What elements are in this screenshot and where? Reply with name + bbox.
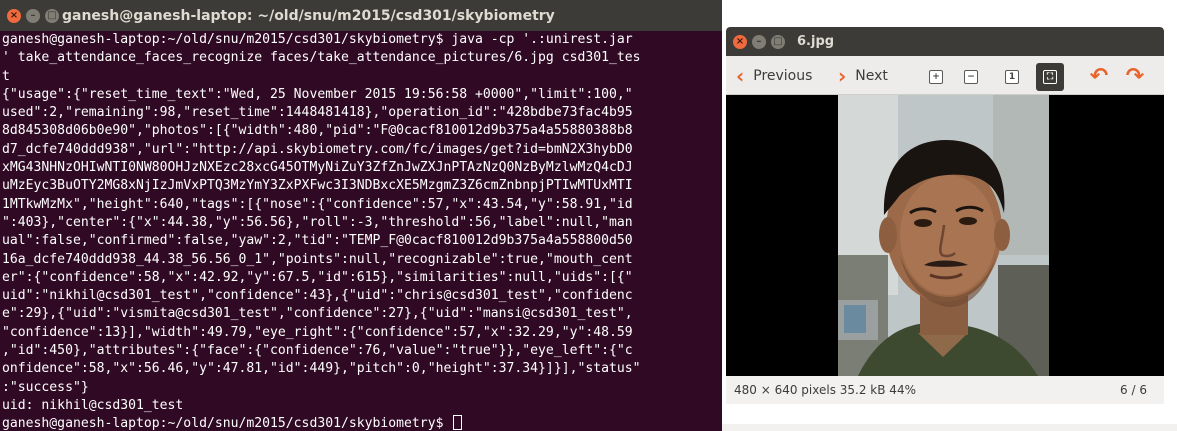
terminal-line: ,"id":450},"attributes":{"face":{"confid… <box>2 343 633 359</box>
terminal-line: t <box>2 68 10 84</box>
terminal-line: ganesh@ganesh-laptop:~/old/snu/m2015/csd… <box>2 32 633 47</box>
maximize-icon[interactable]: □ <box>771 35 785 49</box>
terminal-prompt-line[interactable]: ganesh@ganesh-laptop:~/old/snu/m2015/csd… <box>2 415 720 431</box>
chevron-left-icon: ‹ <box>736 64 745 88</box>
viewer-toolbar: ‹ Previous › Next + − 1 ⛶ ↶ ↷ <box>726 56 1164 95</box>
terminal-line: 1MTkwMzMx","height":640,"tags":[{"nose":… <box>2 196 633 212</box>
maximize-icon[interactable]: □ <box>45 9 59 23</box>
terminal-title: ganesh@ganesh-laptop: ~/old/snu/m2015/cs… <box>62 8 555 24</box>
image-info: 480 × 640 pixels 35.2 kB 44% <box>734 383 916 397</box>
terminal-titlebar[interactable]: × – □ ganesh@ganesh-laptop: ~/old/snu/m2… <box>0 0 722 31</box>
terminal-line: :"success"} <box>2 379 89 395</box>
zoom-out-icon: − <box>964 70 978 84</box>
image-viewer-window[interactable]: × – □ 6.jpg ‹ Previous › Next + − 1 ⛶ ↶ <box>726 27 1164 404</box>
viewer-title: 6.jpg <box>797 34 835 49</box>
close-icon[interactable]: × <box>733 35 747 49</box>
zoom-out-button[interactable]: − <box>957 63 985 91</box>
rotate-right-icon: ↷ <box>1125 64 1145 89</box>
terminal-line: onfidence":58,"x":56.46,"y":47.81,"id":4… <box>2 361 641 377</box>
zoom-normal-icon: 1 <box>1005 70 1019 84</box>
minimize-icon[interactable]: – <box>26 9 40 23</box>
terminal-line: e":29},{"uid":"vismita@csd301_test","con… <box>2 306 633 322</box>
viewer-titlebar[interactable]: × – □ 6.jpg <box>726 27 1164 56</box>
terminal-line: ":403},"center":{"x":44.38,"y":56.56},"r… <box>2 214 633 230</box>
terminal-line: uid: nikhil@csd301_test <box>2 397 184 413</box>
image-canvas[interactable] <box>726 95 1164 376</box>
rotate-left-button[interactable]: ↶ <box>1085 63 1113 91</box>
next-button[interactable]: › Next <box>838 62 888 90</box>
terminal-line: 16a_dcfe740ddd938_44.38_56.56_0_1","poin… <box>2 251 633 267</box>
terminal-line: 8d845308d06b0e90","photos":[{"width":480… <box>2 123 633 139</box>
terminal-line: ' take_attendance_faces_recognize faces/… <box>2 50 641 66</box>
best-fit-button[interactable]: ⛶ <box>1036 63 1064 91</box>
terminal-line: uid":"nikhil@csd301_test","confidence":4… <box>2 288 633 304</box>
rotate-left-icon: ↶ <box>1089 64 1109 89</box>
zoom-in-icon: + <box>929 70 943 84</box>
terminal-line: xMG43NHNzOHIwNTI0NW80OHJzNXEzc28xcG45OTM… <box>2 160 633 176</box>
image-counter: 6 / 6 <box>1120 383 1147 397</box>
face-photo <box>838 95 1049 376</box>
next-label: Next <box>855 68 888 84</box>
terminal-line: {"usage":{"reset_time_text":"Wed, 25 Nov… <box>2 86 633 102</box>
terminal-cursor <box>453 415 463 431</box>
terminal-line: er":{"confidence":58,"x":42.92,"y":67.5,… <box>2 269 633 285</box>
terminal-output[interactable]: ganesh@ganesh-laptop:~/old/snu/m2015/csd… <box>0 31 722 431</box>
terminal-window[interactable]: × – □ ganesh@ganesh-laptop: ~/old/snu/m2… <box>0 0 722 431</box>
previous-label: Previous <box>753 68 813 84</box>
previous-button[interactable]: ‹ Previous <box>736 62 812 90</box>
terminal-line: ual":false,"confirmed":false,"yaw":2,"ti… <box>2 233 633 249</box>
close-icon[interactable]: × <box>7 9 21 23</box>
terminal-line: d7_dcfe740ddd938","url":"http://api.skyb… <box>2 141 633 157</box>
terminal-line: "confidence":13}],"width":49.79,"eye_rig… <box>2 324 633 340</box>
viewer-statusbar: 480 × 640 pixels 35.2 kB 44% 6 / 6 <box>726 376 1164 404</box>
terminal-line: uMzEyc3BuOTY2MG8xNjIzJmVxPTQ3MzYmY3ZxPXF… <box>2 178 633 194</box>
minimize-icon[interactable]: – <box>752 35 766 49</box>
chevron-right-icon: › <box>838 64 847 88</box>
best-fit-icon: ⛶ <box>1043 70 1057 84</box>
rotate-right-button[interactable]: ↷ <box>1121 63 1149 91</box>
terminal-prompt: ganesh@ganesh-laptop:~/old/snu/m2015/csd… <box>2 416 452 431</box>
zoom-in-button[interactable]: + <box>922 63 950 91</box>
zoom-normal-button[interactable]: 1 <box>998 63 1026 91</box>
terminal-line: used":2,"remaining":98,"reset_time":1448… <box>2 105 633 121</box>
